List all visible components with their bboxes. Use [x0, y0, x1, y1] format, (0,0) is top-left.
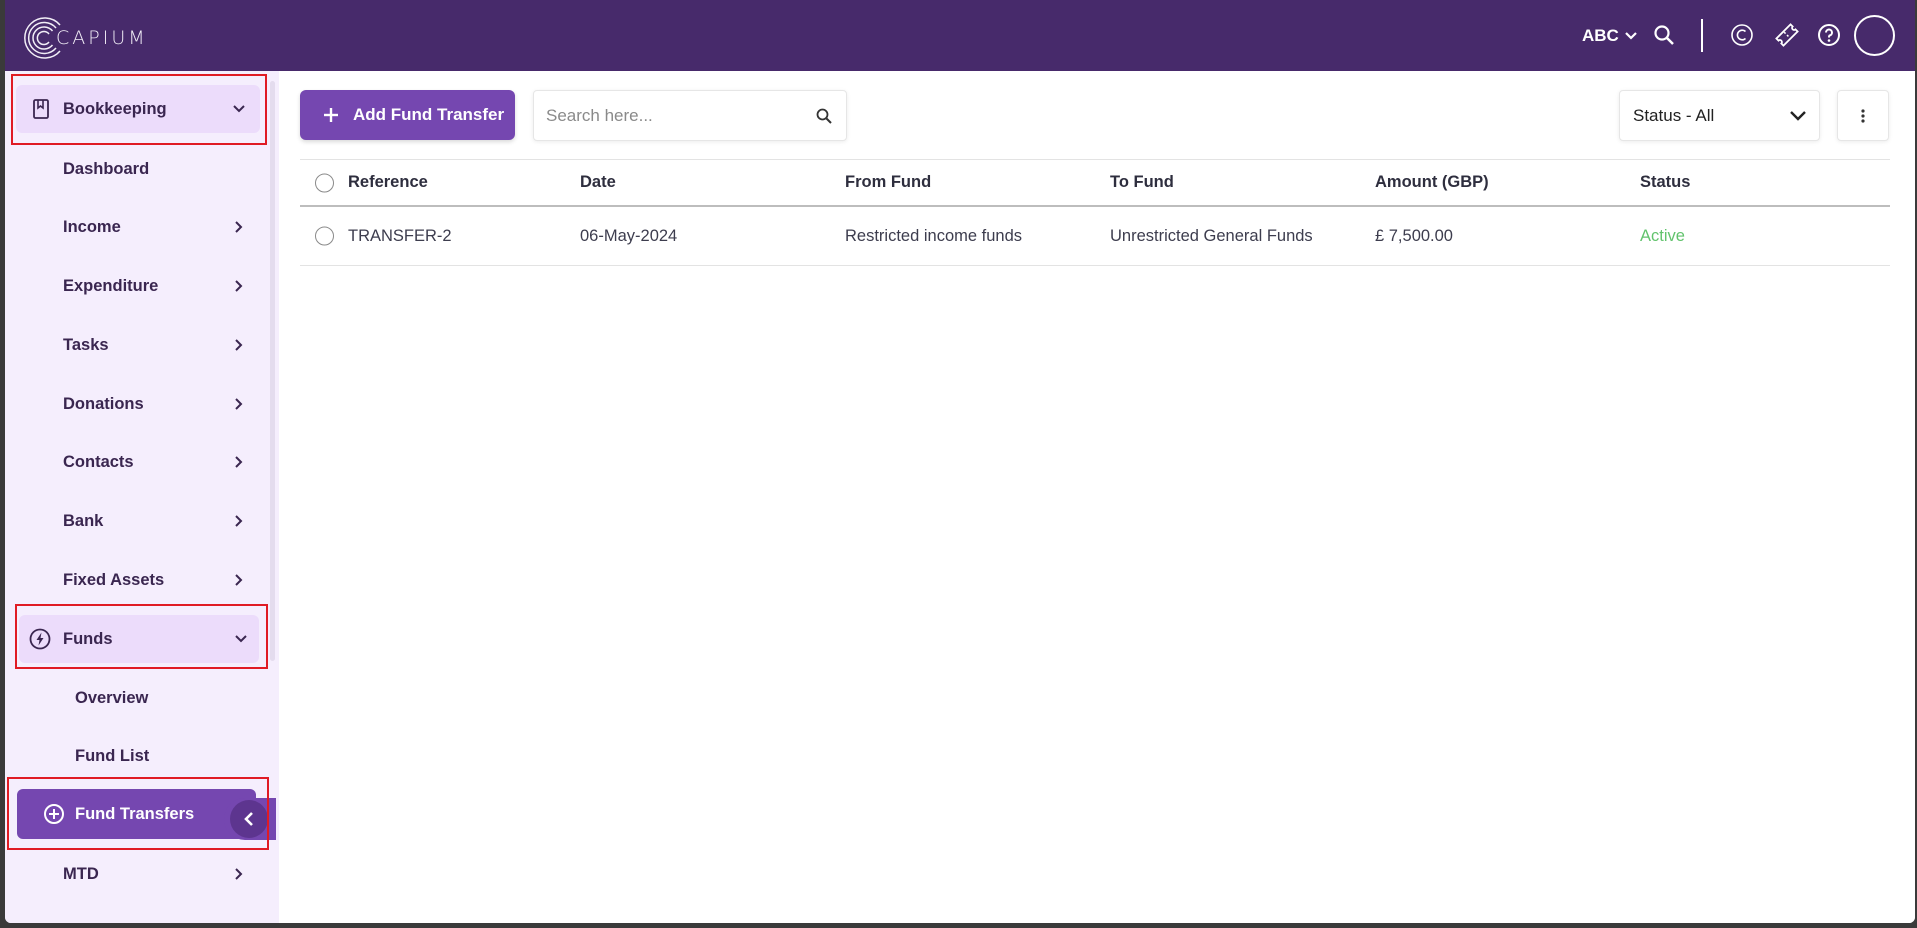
- more-options-button[interactable]: [1837, 90, 1889, 141]
- sidebar-item-mtd[interactable]: MTD: [16, 850, 260, 898]
- org-name: ABC: [1582, 26, 1619, 45]
- add-button-label: Add Fund Transfer: [353, 105, 505, 124]
- chevron-down-icon: [1790, 111, 1806, 121]
- sidebar-item-expenditure[interactable]: Expenditure: [16, 262, 260, 310]
- sidebar-item-label: Income: [63, 217, 121, 236]
- sidebar-item-overview[interactable]: Overview: [16, 674, 260, 722]
- chevron-right-icon: [235, 868, 243, 880]
- collapse-button-circle: [230, 800, 268, 838]
- column-header-from-fund[interactable]: From Fund: [845, 160, 931, 205]
- cell-amount: £ 7,500.00: [1375, 226, 1453, 245]
- sidebar-item-label: Dashboard: [63, 159, 150, 178]
- chevron-right-icon: [235, 339, 243, 351]
- capium-apps-icon[interactable]: [1730, 23, 1754, 47]
- main-content: Add Fund Transfer Status - All Referenc: [279, 71, 1915, 923]
- collapse-sidebar-button[interactable]: [224, 798, 276, 840]
- logo-text: CAPIUM: [56, 27, 148, 49]
- search-box: [533, 90, 847, 141]
- fund-transfers-table: Reference Date From Fund To Fund Amount …: [300, 159, 1890, 266]
- org-selector[interactable]: ABC: [1582, 26, 1638, 46]
- sidebar-item-label: Fund List: [75, 746, 150, 765]
- sidebar-item-dashboard[interactable]: Dashboard: [16, 145, 260, 193]
- chevron-down-icon: [1625, 32, 1637, 40]
- cell-to-fund: Unrestricted General Funds: [1110, 226, 1313, 245]
- column-header-amount[interactable]: Amount (GBP): [1375, 160, 1489, 205]
- lightning-icon: [29, 628, 51, 650]
- status-filter-value: Status - All: [1633, 105, 1715, 125]
- ticket-icon[interactable]: [1774, 22, 1800, 48]
- sidebar-item-label: Tasks: [63, 335, 109, 354]
- sidebar-item-label: Contacts: [63, 452, 134, 471]
- capium-logo[interactable]: CAPIUM: [22, 15, 148, 61]
- sidebar-item-bank[interactable]: Bank: [16, 497, 260, 545]
- column-header-date[interactable]: Date: [580, 160, 616, 205]
- chevron-right-icon: [235, 280, 243, 292]
- sidebar-item-income[interactable]: Income: [16, 203, 260, 251]
- chevron-right-icon: [235, 515, 243, 527]
- chevron-right-icon: [235, 221, 243, 233]
- sidebar-item-tasks[interactable]: Tasks: [16, 321, 260, 369]
- cell-reference: TRANSFER-2: [348, 226, 452, 245]
- sidebar-item-fixed-assets[interactable]: Fixed Assets: [16, 556, 260, 604]
- sidebar-item-label: MTD: [63, 864, 99, 883]
- column-header-status[interactable]: Status: [1640, 160, 1690, 205]
- table-row[interactable]: TRANSFER-2 06-May-2024 Restricted income…: [300, 207, 1890, 266]
- sidebar-item-donations[interactable]: Donations: [16, 380, 260, 428]
- cell-date: 06-May-2024: [580, 226, 678, 245]
- column-header-reference[interactable]: Reference: [348, 160, 428, 205]
- sidebar: Bookkeeping Dashboard Income Expenditure…: [5, 71, 279, 923]
- sidebar-item-contacts[interactable]: Contacts: [16, 438, 260, 486]
- sidebar-item-label: Overview: [75, 688, 149, 707]
- sidebar-item-label: Bookkeeping: [63, 99, 167, 118]
- top-bar: CAPIUM ABC: [5, 0, 1915, 71]
- sidebar-item-label: Donations: [63, 394, 144, 413]
- status-filter-select[interactable]: Status - All: [1619, 90, 1820, 141]
- chevron-left-icon: [244, 812, 253, 826]
- plus-icon: [324, 108, 338, 122]
- help-icon[interactable]: [1817, 23, 1841, 47]
- sidebar-item-label: Fund Transfers: [75, 804, 195, 823]
- user-avatar[interactable]: [1854, 15, 1895, 56]
- chevron-right-icon: [235, 456, 243, 468]
- sidebar-section-funds[interactable]: Funds: [19, 615, 259, 663]
- header-divider: [1701, 19, 1703, 52]
- table-header: Reference Date From Fund To Fund Amount …: [300, 159, 1890, 207]
- select-all-checkbox[interactable]: [315, 173, 334, 192]
- sidebar-item-label: Expenditure: [63, 276, 159, 295]
- cell-from-fund: Restricted income funds: [845, 226, 1022, 245]
- chevron-down-icon: [233, 105, 245, 113]
- add-circle-icon: [44, 804, 64, 824]
- row-checkbox[interactable]: [315, 226, 334, 246]
- search-icon[interactable]: [1653, 24, 1675, 46]
- add-fund-transfer-button[interactable]: Add Fund Transfer: [300, 90, 515, 140]
- sidebar-item-label: Fixed Assets: [63, 570, 165, 589]
- search-icon[interactable]: [816, 108, 832, 124]
- more-vertical-icon: [1861, 108, 1865, 123]
- status-badge: Active: [1640, 226, 1685, 245]
- book-icon: [33, 99, 49, 119]
- sidebar-item-label: Funds: [63, 629, 113, 648]
- sidebar-item-label: Bank: [63, 511, 104, 530]
- sidebar-scrollbar[interactable]: [270, 81, 275, 661]
- column-header-to-fund[interactable]: To Fund: [1110, 160, 1174, 205]
- chevron-right-icon: [235, 574, 243, 586]
- sidebar-item-fund-transfers[interactable]: Fund Transfers: [17, 789, 256, 839]
- app-window: CAPIUM ABC Bookkeeping Dashboard Income …: [5, 0, 1915, 923]
- chevron-down-icon: [235, 635, 247, 643]
- chevron-right-icon: [235, 398, 243, 410]
- sidebar-item-fund-list[interactable]: Fund List: [16, 732, 260, 780]
- search-input[interactable]: [546, 103, 796, 129]
- sidebar-section-bookkeeping[interactable]: Bookkeeping: [16, 85, 260, 133]
